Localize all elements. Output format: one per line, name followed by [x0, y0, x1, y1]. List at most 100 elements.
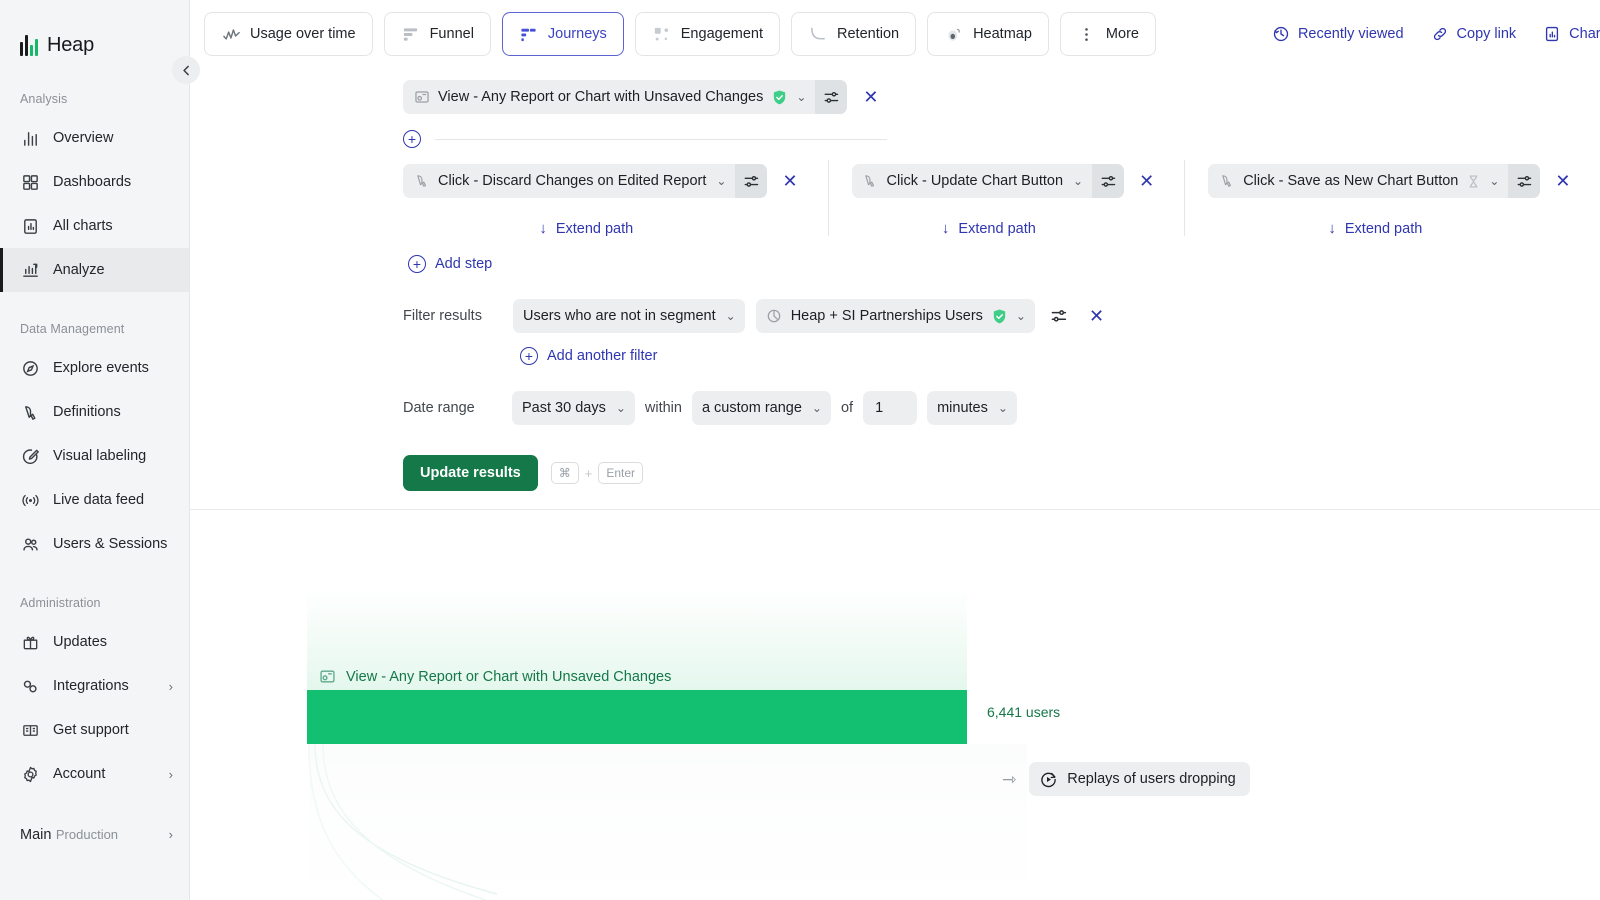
sidebar-item-analyze[interactable]: Analyze [0, 248, 189, 292]
sidebar-item-all-charts[interactable]: All charts [0, 204, 189, 248]
step-event-pill[interactable]: Click - Discard Changes on Edited Report… [403, 164, 768, 198]
sidebar-item-visual-labeling[interactable]: Visual labeling [0, 434, 189, 478]
filter-condition-select[interactable]: Users who are not in segment ⌄ [513, 299, 745, 333]
tab-retention[interactable]: Retention [791, 12, 917, 56]
filter-segment-select[interactable]: Heap + SI Partnerships Users ⌄ [755, 299, 1035, 333]
branch-add-button[interactable]: + [403, 130, 421, 148]
tab-funnel[interactable]: Funnel [383, 12, 491, 56]
add-step-button[interactable]: + Add step [408, 255, 1600, 273]
branch-connector-line [435, 138, 887, 140]
sidebar-item-users-sessions[interactable]: Users & Sessions [0, 522, 189, 566]
branch-add-row: + [190, 128, 1600, 150]
tab-label: Usage over time [250, 26, 356, 42]
journey-step-2: Click - Update Chart Button ⌄ ✕ ↓ Extend… [827, 160, 1185, 237]
journey-node-1[interactable]: View - Any Report or Chart with Unsaved … [307, 586, 967, 744]
tab-heatmap[interactable]: Heatmap [927, 12, 1049, 56]
chevron-down-icon: ⌄ [1015, 309, 1026, 323]
step-settings-button[interactable] [1092, 164, 1125, 198]
time-unit-select[interactable]: minutes ⌄ [927, 391, 1017, 425]
time-unit-value: minutes [937, 400, 988, 416]
arrow-down-icon: ↓ [1328, 220, 1336, 237]
step-header: Click - Save as New Chart Button ⌄ ✕ [1208, 164, 1576, 198]
sidebar-item-live-data-feed[interactable]: Live data feed [0, 478, 189, 522]
action-label: Recently viewed [1297, 26, 1404, 42]
extend-path-button-2[interactable]: ↓ Extend path [852, 220, 1161, 237]
tab-more[interactable]: More [1059, 12, 1156, 56]
brand-logo-group[interactable]: Heap [0, 22, 189, 62]
step-remove-button[interactable]: ✕ [776, 168, 803, 194]
chevron-down-icon: ⌄ [615, 401, 626, 415]
cursor-icon [20, 402, 40, 422]
sidebar-item-get-support[interactable]: Get support [0, 708, 189, 752]
clock-history-icon [1272, 25, 1290, 43]
step-settings-button[interactable] [735, 164, 768, 198]
update-results-button[interactable]: Update results [403, 455, 538, 491]
chevron-down-icon: ⌄ [997, 401, 1008, 415]
filter-settings-button[interactable] [1046, 303, 1072, 329]
sidebar-item-integrations[interactable]: Integrations › [0, 664, 189, 708]
sidebar-item-label: Analyze [53, 262, 105, 278]
step-settings-button[interactable] [1508, 164, 1541, 198]
journey-node-bar[interactable] [307, 690, 967, 744]
compass-icon [20, 358, 40, 378]
chart-type-toolbar: Usage over time Funnel Journeys Engageme… [190, 0, 1600, 68]
step-event-label: Click - Discard Changes on Edited Report [438, 173, 707, 189]
filter-remove-button[interactable]: ✕ [1083, 303, 1110, 329]
step-event-pill[interactable]: Click - Save as New Chart Button ⌄ [1208, 164, 1541, 198]
start-event-settings-button[interactable] [815, 80, 848, 114]
filter-results-row: Filter results Users who are not in segm… [190, 299, 1600, 333]
sidebar-item-updates[interactable]: Updates [0, 620, 189, 664]
sidebar-item-label: Visual labeling [53, 448, 147, 464]
recently-viewed-button[interactable]: Recently viewed [1264, 14, 1412, 54]
sidebar-collapse-button[interactable] [172, 56, 200, 84]
workspace-text: Main Production [20, 826, 169, 844]
arrow-down-icon: ↓ [539, 220, 547, 237]
start-event-pill[interactable]: View - Any Report or Chart with Unsaved … [403, 80, 848, 114]
workspace-switcher[interactable]: Main Production › [0, 826, 189, 844]
broadcast-icon [20, 490, 40, 510]
date-range-select[interactable]: Past 30 days ⌄ [512, 391, 635, 425]
journey-node-label-group: View - Any Report or Chart with Unsaved … [319, 668, 671, 685]
extend-path-button-1[interactable]: ↓ Extend path [403, 220, 804, 237]
time-window-select[interactable]: a custom range ⌄ [691, 391, 831, 425]
chevron-left-icon [182, 65, 189, 75]
chart-actions-button[interactable]: Chart actions ⌄ [1535, 14, 1600, 54]
tab-journeys[interactable]: Journeys [501, 12, 624, 56]
add-another-filter-button[interactable]: + Add another filter [520, 347, 1600, 365]
journey-chart: View - Any Report or Chart with Unsaved … [307, 586, 1437, 900]
chart-actions-icon [1543, 25, 1561, 43]
sidebar-item-definitions[interactable]: Definitions [0, 390, 189, 434]
filter-results-label: Filter results [403, 308, 482, 324]
tab-label: Journeys [547, 26, 607, 42]
filter-condition-value: Users who are not in segment [523, 308, 716, 324]
tab-engagement[interactable]: Engagement [634, 12, 780, 56]
add-step-label: Add step [435, 256, 493, 272]
time-amount-input[interactable] [863, 391, 918, 425]
start-event-row: View - Any Report or Chart with Unsaved … [190, 80, 1600, 114]
time-window-value: a custom range [701, 400, 802, 416]
chevron-down-icon: ⌄ [725, 309, 736, 323]
sidebar-item-label: Updates [53, 634, 108, 650]
update-results-row: Update results ⌘ + Enter [190, 455, 1600, 491]
plus-circle-icon: + [408, 255, 426, 273]
kebab-menu-icon [1077, 24, 1097, 44]
replays-of-users-dropping-button[interactable]: Replays of users dropping [1029, 762, 1250, 796]
chevron-right-icon: › [168, 678, 173, 694]
copy-link-button[interactable]: Copy link [1423, 14, 1525, 54]
step-remove-button[interactable]: ✕ [1549, 168, 1576, 194]
kbd-plus: + [584, 465, 593, 481]
tab-usage-over-time[interactable]: Usage over time [204, 12, 373, 56]
within-label: within [644, 400, 682, 416]
sidebar-item-label: Dashboards [53, 174, 132, 190]
extend-path-button-3[interactable]: ↓ Extend path [1208, 220, 1576, 237]
step-remove-button[interactable]: ✕ [1133, 168, 1160, 194]
sidebar-item-explore-events[interactable]: Explore events [0, 346, 189, 390]
add-step-row: + Add step [190, 255, 1600, 273]
sidebar-item-account[interactable]: Account › [0, 752, 189, 796]
tab-label: Retention [837, 26, 900, 42]
sidebar-item-overview[interactable]: Overview [0, 116, 189, 160]
start-event-remove-button[interactable]: ✕ [857, 84, 884, 110]
replay-button-label: Replays of users dropping [1067, 771, 1236, 787]
sidebar-item-dashboards[interactable]: Dashboards [0, 160, 189, 204]
step-event-pill[interactable]: Click - Update Chart Button ⌄ [851, 164, 1125, 198]
